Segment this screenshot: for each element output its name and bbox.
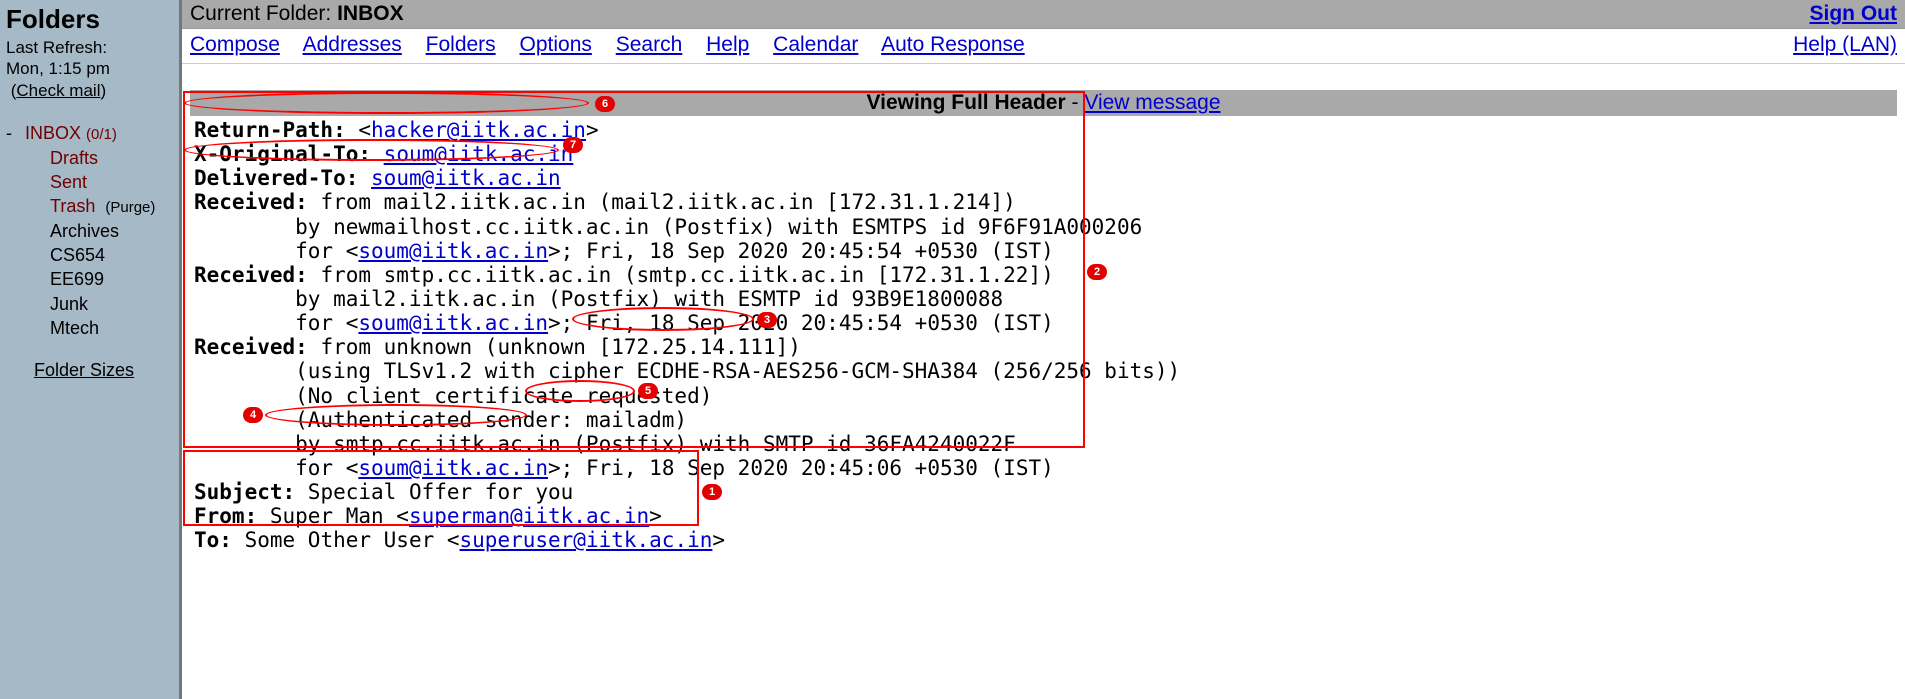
- menu-folders[interactable]: Folders: [426, 33, 496, 56]
- menu-addresses[interactable]: Addresses: [303, 33, 402, 56]
- help-lan-link[interactable]: Help (LAN): [1793, 33, 1897, 56]
- menu-compose[interactable]: Compose: [190, 33, 280, 56]
- folder-cs654[interactable]: CS654: [50, 245, 105, 265]
- folder-drafts[interactable]: Drafts: [50, 148, 98, 168]
- view-header-sep: -: [1066, 91, 1085, 114]
- menu-calendar[interactable]: Calendar: [773, 33, 858, 56]
- main-pane: Current Folder: INBOX Sign Out Compose A…: [182, 0, 1905, 699]
- return-path-link[interactable]: hacker@iitk.ac.in: [371, 118, 586, 142]
- hk-received-1: Received:: [194, 190, 308, 214]
- folder-ee699[interactable]: EE699: [50, 269, 104, 289]
- hk-to: To:: [194, 528, 232, 552]
- purge-link[interactable]: (Purge): [105, 199, 155, 216]
- subject-value: Special Offer for you: [295, 480, 573, 504]
- hk-subject: Subject:: [194, 480, 295, 504]
- current-folder-label: Current Folder:: [190, 2, 337, 25]
- from-link[interactable]: superman@iitk.ac.in: [409, 504, 649, 528]
- folder-sizes-link[interactable]: Folder Sizes: [34, 360, 134, 380]
- rcv3-for-link[interactable]: soum@iitk.ac.in: [358, 456, 548, 480]
- x-original-to-link[interactable]: soum@iitk.ac.in: [384, 142, 574, 166]
- folder-inbox-row: - INBOX (0/1): [6, 123, 173, 144]
- hk-from: From:: [194, 504, 257, 528]
- rcv2-for-link[interactable]: soum@iitk.ac.in: [358, 311, 548, 335]
- refresh-time: Mon, 1:15 pm: [6, 59, 110, 78]
- folder-sidebar: Folders Last Refresh: Mon, 1:15 pm (Chec…: [0, 0, 182, 699]
- delivered-to-link[interactable]: soum@iitk.ac.in: [371, 166, 561, 190]
- refresh-label: Last Refresh:: [6, 38, 107, 57]
- menu-help[interactable]: Help: [706, 33, 749, 56]
- check-mail-link[interactable]: Check mail: [16, 81, 100, 100]
- last-refresh: Last Refresh: Mon, 1:15 pm (Check mail): [6, 37, 173, 101]
- hk-delivered-to: Delivered-To:: [194, 166, 358, 190]
- menu-bar: Compose Addresses Folders Options Search…: [182, 29, 1905, 64]
- header-block: Return-Path: <hacker@iitk.ac.in> X-Origi…: [190, 116, 1897, 555]
- hk-received-2: Received:: [194, 263, 308, 287]
- folder-junk[interactable]: Junk: [50, 294, 88, 314]
- content-area: Viewing Full Header - View message Retur…: [182, 64, 1905, 563]
- inbox-count: (0/1): [86, 126, 117, 143]
- view-header-title: Viewing Full Header: [866, 91, 1065, 114]
- tree-dash: -: [6, 123, 20, 144]
- sidebar-title: Folders: [6, 4, 173, 35]
- menu-search[interactable]: Search: [616, 33, 683, 56]
- rcv1-for-link[interactable]: soum@iitk.ac.in: [358, 239, 548, 263]
- folder-list: Drafts Sent Trash (Purge) Archives CS654…: [6, 146, 173, 340]
- hk-return-path: Return-Path:: [194, 118, 346, 142]
- current-folder-value: INBOX: [337, 2, 404, 25]
- sign-out-link[interactable]: Sign Out: [1810, 2, 1898, 26]
- hk-x-original-to: X-Original-To:: [194, 142, 371, 166]
- menu-auto-response[interactable]: Auto Response: [881, 33, 1025, 56]
- folder-trash[interactable]: Trash: [50, 196, 95, 216]
- folder-sent[interactable]: Sent: [50, 172, 87, 192]
- folder-inbox[interactable]: INBOX: [25, 123, 81, 143]
- top-bar: Current Folder: INBOX Sign Out: [182, 0, 1905, 29]
- view-message-link[interactable]: View message: [1084, 91, 1220, 114]
- view-header-bar: Viewing Full Header - View message: [190, 90, 1897, 116]
- hk-received-3: Received:: [194, 335, 308, 359]
- folder-archives[interactable]: Archives: [50, 221, 119, 241]
- to-link[interactable]: superuser@iitk.ac.in: [460, 528, 713, 552]
- menu-options[interactable]: Options: [520, 33, 592, 56]
- folder-mtech[interactable]: Mtech: [50, 318, 99, 338]
